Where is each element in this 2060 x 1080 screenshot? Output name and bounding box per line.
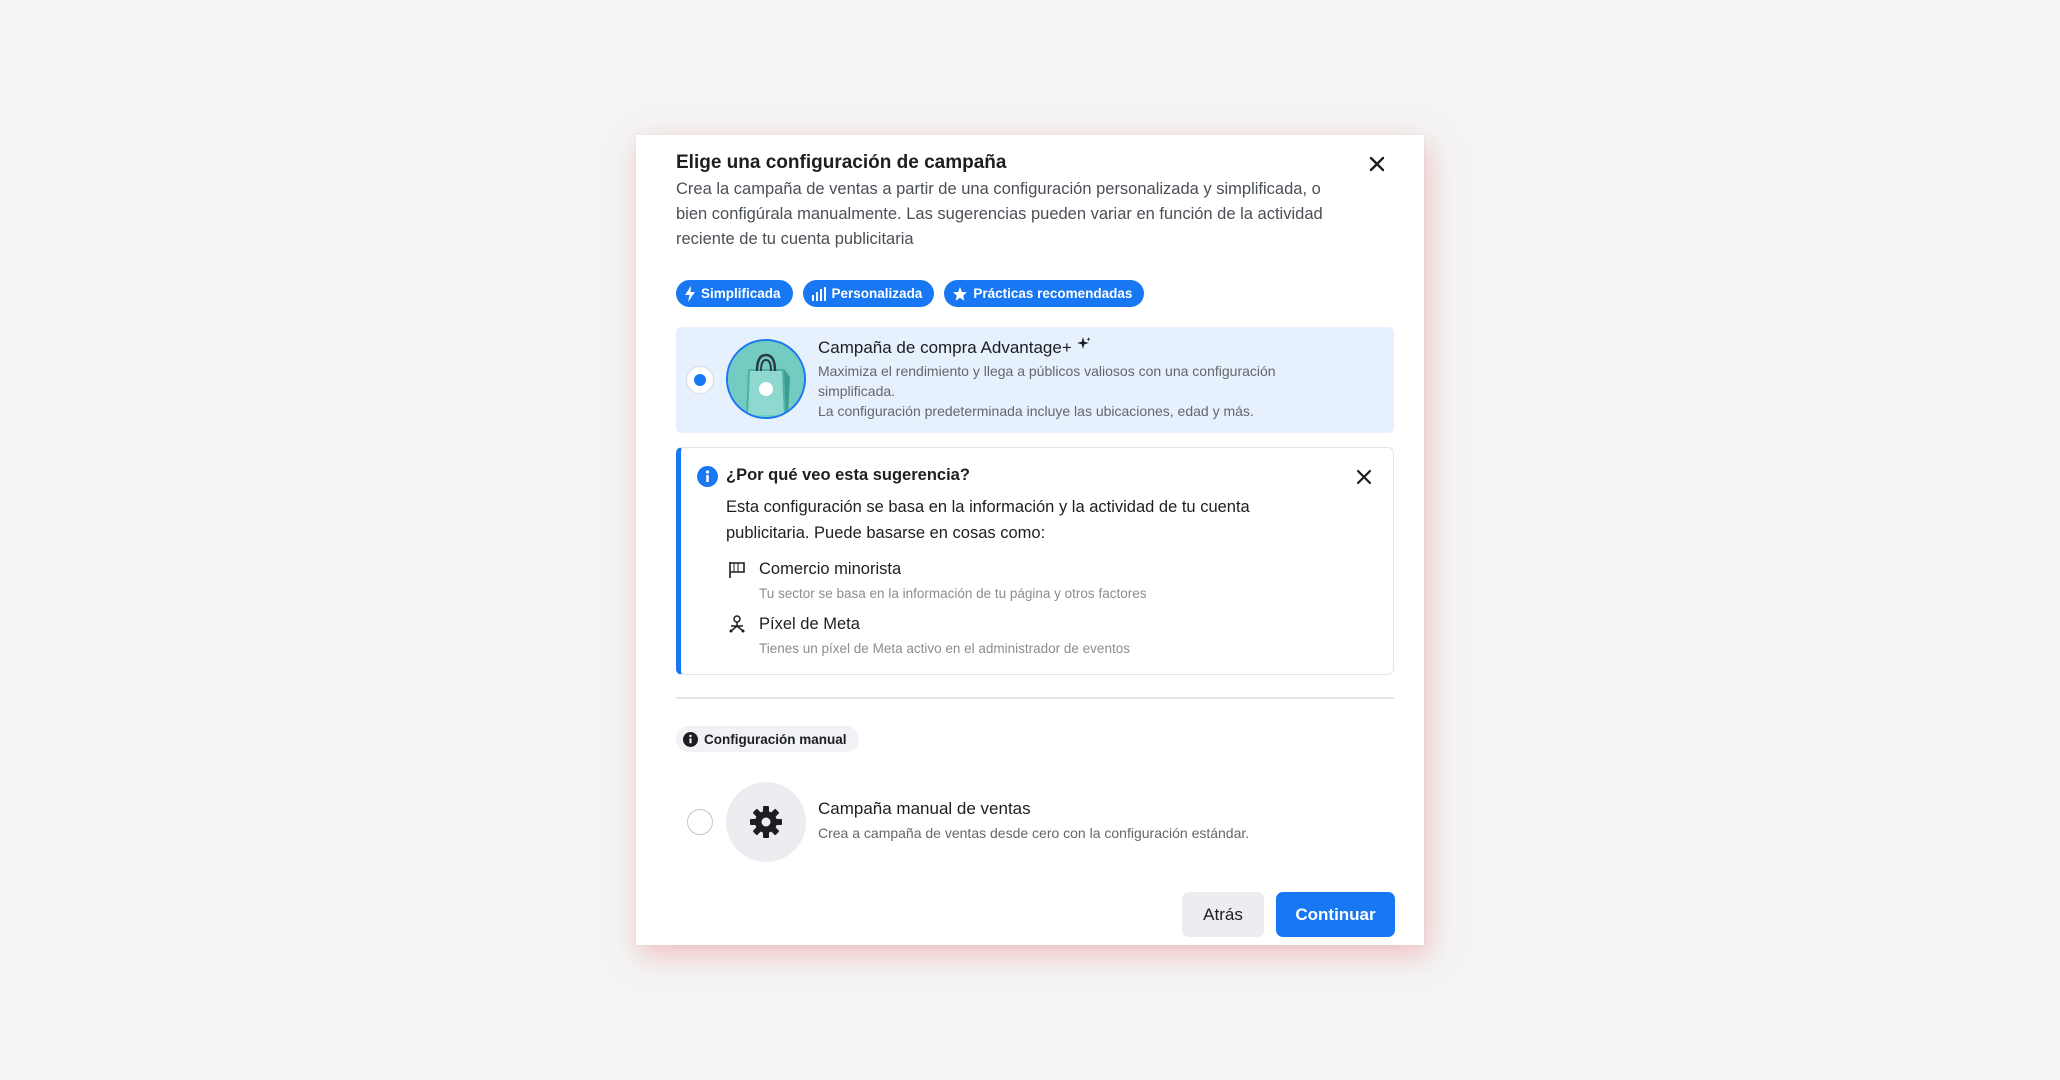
advantage-radio[interactable] — [687, 367, 713, 393]
close-icon[interactable] — [1364, 151, 1390, 177]
star-icon — [953, 286, 968, 301]
manual-title: Campaña manual de ventas — [818, 799, 1031, 818]
advantage-campaign-option[interactable]: Campaña de compra Advantage+ Maximiza el… — [676, 327, 1394, 433]
sparkle-icon — [1076, 337, 1091, 349]
why-item-desc: Tu sector se basa en la información de t… — [759, 586, 1147, 601]
why-suggestion-panel: ¿Por qué veo esta sugerencia? Esta confi… — [676, 447, 1394, 675]
pixel-icon — [729, 615, 745, 633]
tag-practicas-recomendadas: Prácticas recomendadas — [944, 280, 1145, 307]
back-button[interactable]: Atrás — [1182, 892, 1264, 937]
lightning-icon — [685, 285, 695, 302]
why-item-title: Píxel de Meta — [759, 615, 860, 633]
gear-icon — [750, 806, 782, 838]
dialog-title: Elige una configuración de campaña — [676, 152, 1007, 173]
dialog-subtitle: Crea la campaña de ventas a partir de un… — [676, 180, 1323, 248]
divider — [676, 697, 1394, 699]
info-icon — [683, 731, 698, 747]
shopping-bag-icon — [726, 339, 806, 419]
gear-icon-wrapper — [726, 782, 806, 862]
advantage-title: Campaña de compra Advantage+ — [818, 338, 1072, 357]
manual-badge-label: Configuración manual — [704, 731, 847, 747]
why-title: ¿Por qué veo esta sugerencia? — [726, 466, 970, 484]
tag-personalizada: Personalizada — [802, 280, 935, 307]
continue-button[interactable]: Continuar — [1276, 892, 1395, 937]
flag-icon — [729, 562, 745, 578]
tag-label: Simplificada — [701, 286, 781, 301]
why-item-title: Comercio minorista — [759, 560, 902, 578]
info-icon — [697, 466, 718, 487]
close-icon[interactable] — [1353, 466, 1375, 488]
why-body: Esta configuración se basa en la informa… — [726, 498, 1250, 542]
advantage-description-1: Maximiza el rendimiento y llega a públic… — [818, 363, 1276, 399]
bars-icon — [811, 286, 826, 301]
campaign-config-dialog: Elige una configuración de campaña Crea … — [636, 135, 1424, 945]
manual-config-badge: Configuración manual — [676, 726, 859, 752]
dialog-content: Elige una configuración de campaña Crea … — [676, 135, 1395, 945]
tag-label: Prácticas recomendadas — [973, 286, 1133, 301]
tag-label: Personalizada — [831, 286, 923, 301]
advantage-description-2: La configuración predeterminada incluye … — [818, 403, 1254, 419]
why-item-desc: Tienes un píxel de Meta activo en el adm… — [759, 641, 1130, 656]
tag-simplificada: Simplificada — [676, 280, 793, 307]
manual-radio[interactable] — [687, 809, 713, 835]
manual-description: Crea a campaña de ventas desde cero con … — [818, 825, 1250, 841]
feature-tags: Simplificada Personalizada Prácticas rec… — [676, 280, 1145, 307]
